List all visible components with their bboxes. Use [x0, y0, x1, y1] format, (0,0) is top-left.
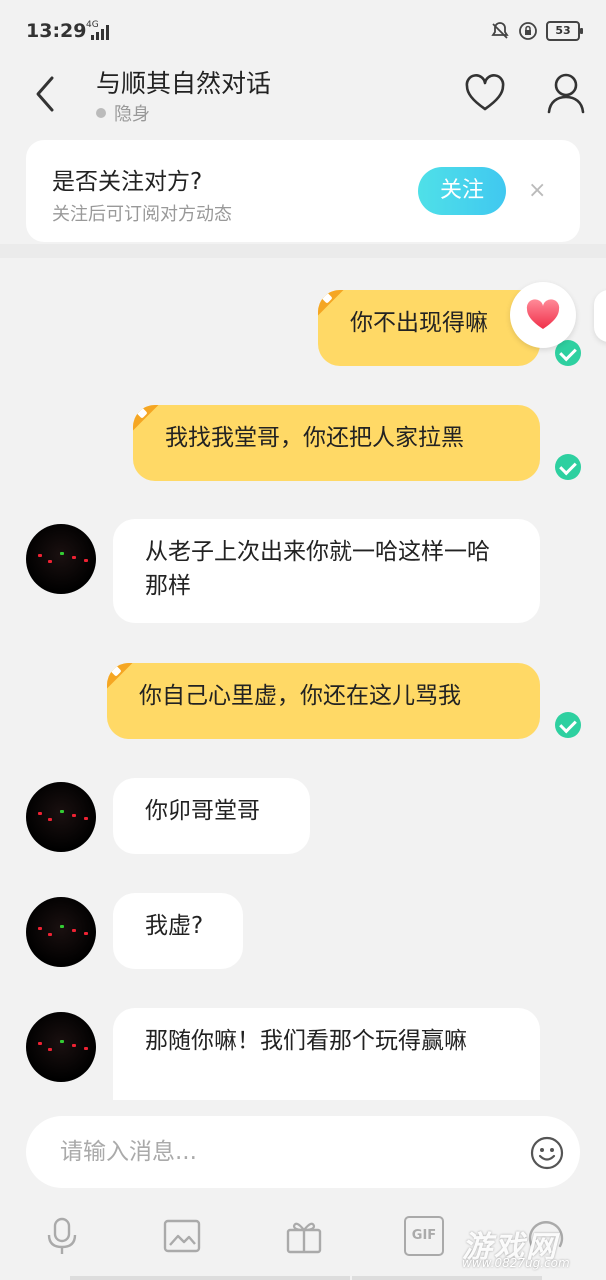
flair-badge-icon [107, 663, 143, 699]
gesture-bar-right [352, 1276, 542, 1280]
gift-icon[interactable] [284, 1216, 324, 1256]
delivered-check-icon [555, 712, 581, 738]
flair-badge-icon [133, 405, 169, 441]
battery-icon: 53 [546, 21, 583, 41]
follow-prompt-card: 是否关注对方? 关注后可订阅对方动态 关注 × [26, 140, 580, 242]
message-bubble-incoming[interactable]: 我虚? [113, 893, 243, 969]
message-list[interactable]: 你不出现得嘛 我找我堂哥，你还把人家拉黑 从老子上次出来你就一哈这样一哈那样 你… [0, 258, 606, 1100]
message-bubble-incoming[interactable]: 你卯哥堂哥 [113, 778, 310, 854]
mute-notification-icon [491, 22, 509, 39]
message-text: 我虚? [145, 913, 204, 939]
delivered-check-icon [555, 454, 581, 480]
emoji-icon[interactable] [530, 1136, 564, 1170]
message-text: 你卯哥堂哥 [145, 798, 260, 824]
avatar[interactable] [26, 524, 96, 594]
divider [0, 244, 606, 258]
battery-level: 53 [555, 24, 571, 37]
follow-question: 是否关注对方? [52, 169, 203, 195]
follow-button[interactable]: 关注 [418, 167, 506, 215]
message-input-bar [26, 1116, 580, 1188]
follow-subtitle: 关注后可订阅对方动态 [52, 204, 232, 225]
avatar[interactable] [26, 782, 96, 852]
status-bar: 13:29 4G 53 [0, 0, 606, 60]
back-arrow-icon[interactable] [28, 74, 62, 114]
message-input[interactable] [60, 1130, 500, 1174]
watermark-url: www.0827ug.com [462, 1256, 570, 1270]
heart-icon[interactable] [464, 74, 506, 114]
microphone-icon[interactable] [42, 1216, 82, 1256]
message-text: 那随你嘛！我们看那个玩得赢嘛 [145, 1028, 467, 1054]
chat-header: 与顺其自然对话 隐身 [0, 60, 606, 130]
presence-dot-icon [96, 108, 106, 118]
avatar[interactable] [26, 1012, 96, 1082]
lock-rotation-icon [519, 22, 537, 40]
presence-status: 隐身 [96, 100, 150, 126]
signal-icon [91, 25, 109, 40]
message-text: 我找我堂哥，你还把人家拉黑 [165, 425, 464, 451]
message-bubble-outgoing[interactable]: 我找我堂哥，你还把人家拉黑 [133, 405, 540, 481]
message-bubble-outgoing[interactable]: 你不出现得嘛 [318, 290, 540, 366]
gif-icon[interactable]: GIF [404, 1216, 444, 1256]
avatar[interactable] [26, 897, 96, 967]
flair-badge-icon [318, 290, 354, 326]
message-text: 从老子上次出来你就一哈这样一哈那样 [145, 539, 490, 599]
edge-button[interactable] [594, 290, 606, 342]
image-icon[interactable] [162, 1216, 202, 1256]
user-profile-icon[interactable] [546, 72, 586, 114]
gesture-bar [70, 1276, 350, 1280]
message-text: 你不出现得嘛 [350, 310, 488, 336]
chat-title: 与顺其自然对话 [96, 69, 272, 98]
message-bubble-incoming[interactable]: 那随你嘛！我们看那个玩得赢嘛 [113, 1008, 540, 1100]
like-heart-icon[interactable] [510, 282, 576, 348]
message-bubble-outgoing[interactable]: 你自己心里虚，你还在这儿骂我 [107, 663, 540, 739]
status-time: 13:29 [26, 20, 87, 42]
message-text: 你自己心里虚，你还在这儿骂我 [139, 683, 461, 709]
presence-label: 隐身 [114, 104, 150, 125]
close-icon[interactable]: × [528, 177, 546, 205]
message-bubble-incoming[interactable]: 从老子上次出来你就一哈这样一哈那样 [113, 519, 540, 623]
